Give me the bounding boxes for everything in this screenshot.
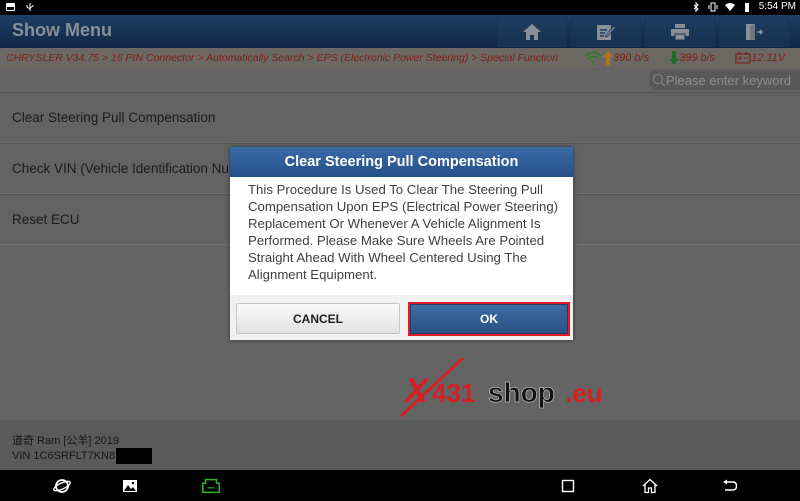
browser-icon	[53, 479, 71, 493]
vehicle-info: 道奇 Ram [公羊] 2019 VIN 1C6SRFLT7KN8	[0, 420, 800, 470]
browser-button[interactable]	[52, 476, 72, 496]
breadcrumb-bar: CHRYSLER V34.75 > 16 PIN Connector > Aut…	[0, 48, 800, 68]
status-bar: 5:54 PM	[0, 0, 800, 15]
home-button[interactable]	[497, 17, 567, 47]
confirm-dialog: Clear Steering Pull Compensation This Pr…	[230, 147, 573, 340]
battery-icon	[744, 2, 749, 12]
edit-report-button[interactable]	[571, 17, 641, 47]
connection-stats: 390 b/s 399 b/s 12.11V	[583, 51, 785, 65]
home-icon	[642, 478, 658, 494]
image-notification-icon	[6, 3, 15, 11]
search-icon	[652, 73, 666, 87]
app-header: Show Menu	[0, 15, 800, 48]
watermark-number: 431	[432, 378, 475, 408]
redaction-block	[116, 448, 153, 464]
watermark-logo: X 431 shop .eu	[399, 358, 603, 418]
signal-icon	[584, 51, 602, 65]
watermark-x: X	[403, 372, 430, 410]
wifi-icon	[724, 2, 735, 11]
vci-icon	[202, 478, 220, 494]
page-title: Show Menu	[12, 20, 112, 40]
recent-apps-button[interactable]	[558, 476, 578, 496]
watermark-shop: shop	[488, 377, 555, 408]
print-icon	[671, 24, 689, 41]
edit-icon	[597, 25, 616, 40]
navigation-bar	[0, 470, 800, 501]
vehicle-model: 道奇 Ram [公羊] 2019	[12, 435, 119, 447]
bluetooth-icon	[693, 1, 699, 12]
back-button[interactable]	[720, 476, 740, 496]
toolbar	[497, 17, 789, 47]
upload-rate: 390 b/s	[613, 52, 650, 64]
download-rate: 399 b/s	[679, 52, 716, 64]
vehicle-vin: VIN 1C6SRFLT7KN8	[12, 450, 116, 462]
search-box[interactable]	[649, 70, 800, 90]
breadcrumb: CHRYSLER V34.75 > 16 PIN Connector > Aut…	[6, 52, 558, 64]
clock: 5:54 PM	[758, 1, 796, 12]
vibrate-icon	[708, 2, 718, 11]
download-arrow-icon	[669, 51, 680, 65]
usb-icon	[26, 3, 34, 11]
gallery-icon	[123, 480, 137, 492]
search-input[interactable]	[666, 72, 796, 88]
print-button[interactable]	[645, 17, 715, 47]
ok-button[interactable]: OK	[410, 304, 568, 334]
vehicle-vin-row: VIN 1C6SRFLT7KN8	[12, 448, 153, 464]
battery-voltage: 12.11V	[751, 52, 786, 64]
upload-arrow-icon	[603, 51, 613, 65]
cancel-button[interactable]: CANCEL	[236, 303, 400, 334]
dialog-message: This Procedure Is Used To Clear The Stee…	[248, 182, 559, 282]
ok-button-highlight: OK	[408, 302, 570, 336]
menu-item-clear-steering-pull[interactable]: Clear Steering Pull Compensation	[0, 92, 800, 143]
gallery-button[interactable]	[120, 476, 140, 496]
vci-button[interactable]	[201, 476, 221, 496]
recent-apps-icon	[561, 479, 575, 493]
watermark-tld: .eu	[565, 378, 603, 408]
exit-icon	[746, 24, 764, 40]
android-home-button[interactable]	[640, 476, 660, 496]
exit-button[interactable]	[719, 17, 789, 47]
car-battery-icon	[735, 52, 751, 64]
back-icon	[723, 479, 738, 491]
dialog-title: Clear Steering Pull Compensation	[230, 147, 573, 177]
home-icon	[523, 24, 541, 40]
dialog-actions: CANCEL OK	[230, 295, 573, 340]
